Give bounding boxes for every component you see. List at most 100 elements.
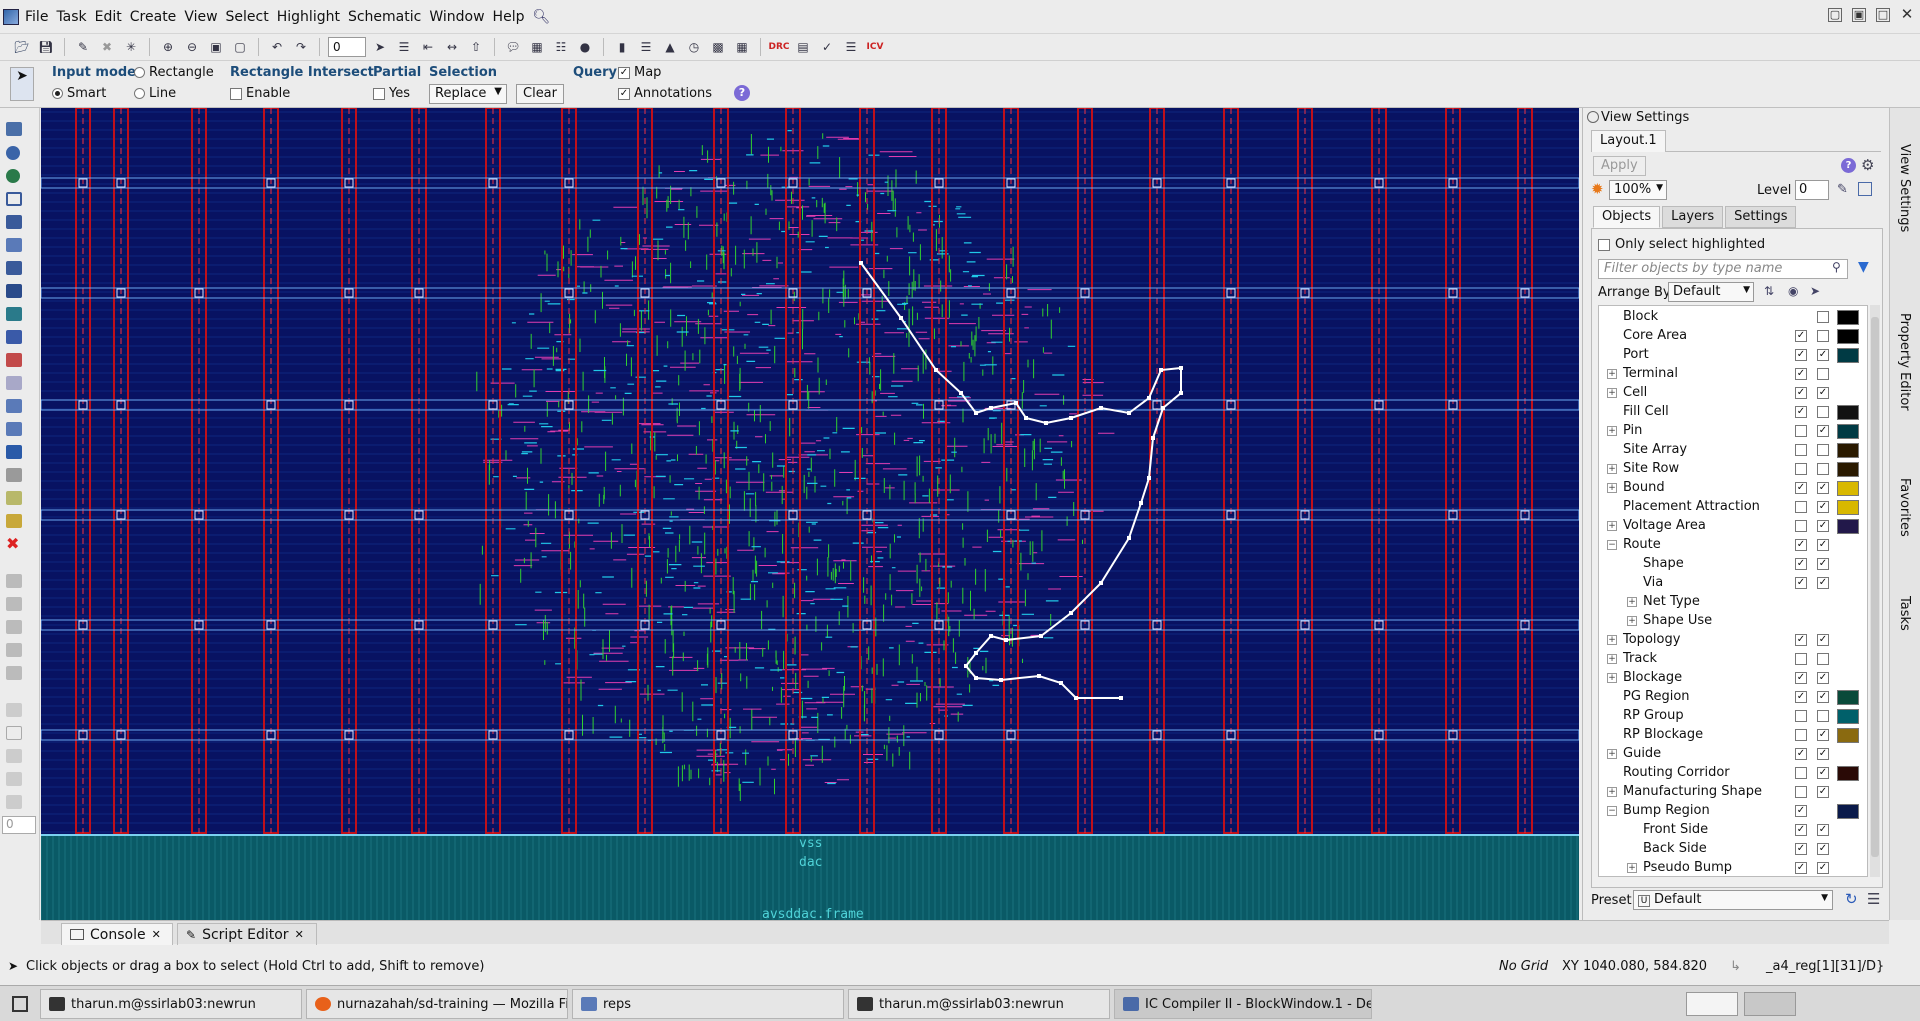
visible-checkbox[interactable]: ✓ <box>1795 349 1807 361</box>
taskbar-item-firefox[interactable]: nurnazahah/sd-training — Mozilla Fir... <box>306 989 568 1019</box>
tree-item-blockage[interactable]: + Blockage ✓ ✓ <box>1599 669 1867 688</box>
congestion-icon[interactable]: ▩ <box>708 38 728 56</box>
check-icon[interactable]: ✓ <box>817 38 837 56</box>
selectable-checkbox[interactable]: ✓ <box>1817 349 1829 361</box>
level-spinner[interactable]: 0 <box>1795 180 1829 200</box>
pointer-icon[interactable]: ➤ <box>370 38 390 56</box>
distribute-icon[interactable] <box>6 772 22 786</box>
split-icon[interactable] <box>6 330 22 344</box>
selectable-checkbox[interactable]: ✓ <box>1817 691 1829 703</box>
close-icon[interactable]: ✕ <box>152 928 161 941</box>
taskbar-item-reps[interactable]: reps <box>572 989 844 1019</box>
color-swatch[interactable] <box>1837 519 1859 534</box>
expand-toggle-icon[interactable]: + <box>1607 426 1617 436</box>
menu-create[interactable]: Create <box>130 9 185 25</box>
square-icon[interactable] <box>6 726 22 740</box>
help-icon[interactable]: ? <box>1841 158 1856 173</box>
stack-icon[interactable] <box>6 491 22 505</box>
tab-layout-1[interactable]: Layout.1 <box>1591 130 1666 152</box>
color-swatch[interactable] <box>1837 709 1859 724</box>
expand-toggle-icon[interactable]: + <box>1607 635 1617 645</box>
preset-select[interactable]: U Default ▼ <box>1633 890 1833 910</box>
enable-checkbox[interactable]: Enable <box>230 86 290 101</box>
zoom-select[interactable]: 100% ▼ <box>1609 180 1667 200</box>
selectable-checkbox[interactable] <box>1817 653 1829 665</box>
pen-icon[interactable] <box>6 643 22 657</box>
sparkle-icon[interactable]: ✳ <box>121 38 141 56</box>
save-icon[interactable]: 💾︎ <box>36 38 56 56</box>
tree-item-site-array[interactable]: Site Array <box>1599 441 1867 460</box>
arrange-by-select[interactable]: Default ▼ <box>1668 282 1754 302</box>
select-tool-icon[interactable]: ➤ <box>10 67 34 101</box>
side-tab-tasks[interactable]: Tasks <box>1897 596 1912 631</box>
visible-icon[interactable]: ◉ <box>1788 284 1798 298</box>
tab-objects[interactable]: Objects <box>1593 206 1661 228</box>
align-icon[interactable] <box>6 749 22 763</box>
tree-item-manufacturing-shape[interactable]: + Manufacturing Shape ✓ <box>1599 783 1867 802</box>
visible-checkbox[interactable] <box>1795 653 1807 665</box>
zoom-out-icon[interactable]: ⊖ <box>182 38 202 56</box>
tree-item-track[interactable]: + Track <box>1599 650 1867 669</box>
tree-item-via[interactable]: Via ✓ ✓ <box>1599 574 1867 593</box>
tree-item-bound[interactable]: + Bound ✓ ✓ <box>1599 479 1867 498</box>
color-swatch[interactable] <box>1837 424 1859 439</box>
selectable-checkbox[interactable] <box>1817 444 1829 456</box>
route-icon[interactable] <box>6 307 22 321</box>
selectable-checkbox[interactable] <box>1817 311 1829 323</box>
expand-toggle-icon[interactable]: + <box>1607 464 1617 474</box>
visible-checkbox[interactable] <box>1795 501 1807 513</box>
grid-icon[interactable] <box>6 620 22 634</box>
taskbar-item-terminal-1[interactable]: tharun.m@ssirlab03:newrun <box>40 989 302 1019</box>
tree-item-cell[interactable]: + Cell ✓ ✓ <box>1599 384 1867 403</box>
visible-checkbox[interactable]: ✓ <box>1795 672 1807 684</box>
tree-item-pg-region[interactable]: PG Region ✓ ✓ <box>1599 688 1867 707</box>
box-icon[interactable] <box>6 703 22 717</box>
tree-item-pseudo-bump[interactable]: + Pseudo Bump ✓ ✓ <box>1599 859 1867 876</box>
selectable-checkbox[interactable]: ✓ <box>1817 672 1829 684</box>
camera-icon[interactable]: ● <box>575 38 595 56</box>
expand-toggle-icon[interactable]: − <box>1607 540 1617 550</box>
tree-item-guide[interactable]: + Guide ✓ ✓ <box>1599 745 1867 764</box>
visible-checkbox[interactable] <box>1795 767 1807 779</box>
apply-button[interactable]: Apply <box>1593 156 1646 176</box>
panel-collapse-icon[interactable] <box>1587 111 1599 123</box>
tree-item-net-type[interactable]: + Net Type <box>1599 593 1867 612</box>
show-desktop-icon[interactable] <box>12 996 28 1012</box>
timing-icon[interactable]: ◷ <box>684 38 704 56</box>
visible-checkbox[interactable]: ✓ <box>1795 406 1807 418</box>
selectable-checkbox[interactable]: ✓ <box>1817 558 1829 570</box>
blocks-icon[interactable] <box>6 468 22 482</box>
undo-icon[interactable]: ↶ <box>267 38 287 56</box>
expand-toggle-icon[interactable]: + <box>1627 863 1637 873</box>
color-swatch[interactable] <box>1837 405 1859 420</box>
origin-icon[interactable] <box>6 795 22 809</box>
tree-item-voltage-area[interactable]: + Voltage Area ✓ <box>1599 517 1867 536</box>
restore-icon[interactable]: ▣ <box>1852 8 1866 22</box>
visible-checkbox[interactable] <box>1795 463 1807 475</box>
chart-icon[interactable]: ▲ <box>660 38 680 56</box>
menu-highlight[interactable]: Highlight <box>277 9 348 25</box>
menu-icon[interactable]: ☰ <box>1867 890 1880 908</box>
line-radio[interactable]: Line <box>134 86 176 101</box>
selectable-checkbox[interactable]: ✓ <box>1817 577 1829 589</box>
left-value-input[interactable]: 0 <box>2 816 36 834</box>
pin-icon[interactable]: ✎ <box>1837 182 1848 197</box>
side-tab-property-editor[interactable]: Property Editor <box>1897 313 1912 411</box>
visible-checkbox[interactable]: ✓ <box>1795 862 1807 874</box>
selectable-checkbox[interactable] <box>1817 330 1829 342</box>
menu-window[interactable]: Window <box>429 9 492 25</box>
taskbar-item-terminal-2[interactable]: tharun.m@ssirlab03:newrun <box>848 989 1110 1019</box>
selectable-checkbox[interactable]: ✓ <box>1817 387 1829 399</box>
visible-checkbox[interactable]: ✓ <box>1795 805 1807 817</box>
align-center-icon[interactable]: ↔ <box>442 38 462 56</box>
comment-icon[interactable]: 💬︎ <box>503 38 523 56</box>
tree-item-shape[interactable]: Shape ✓ ✓ <box>1599 555 1867 574</box>
align-left-icon[interactable]: ⇤ <box>418 38 438 56</box>
tree-item-site-row[interactable]: + Site Row <box>1599 460 1867 479</box>
tab-settings[interactable]: Settings <box>1725 206 1797 228</box>
selectable-checkbox[interactable]: ✓ <box>1817 501 1829 513</box>
rectangle-icon[interactable] <box>6 192 22 206</box>
close-icon[interactable]: ✕ <box>295 928 304 941</box>
tree-item-terminal[interactable]: + Terminal ✓ <box>1599 365 1867 384</box>
expand-toggle-icon[interactable]: + <box>1607 749 1617 759</box>
